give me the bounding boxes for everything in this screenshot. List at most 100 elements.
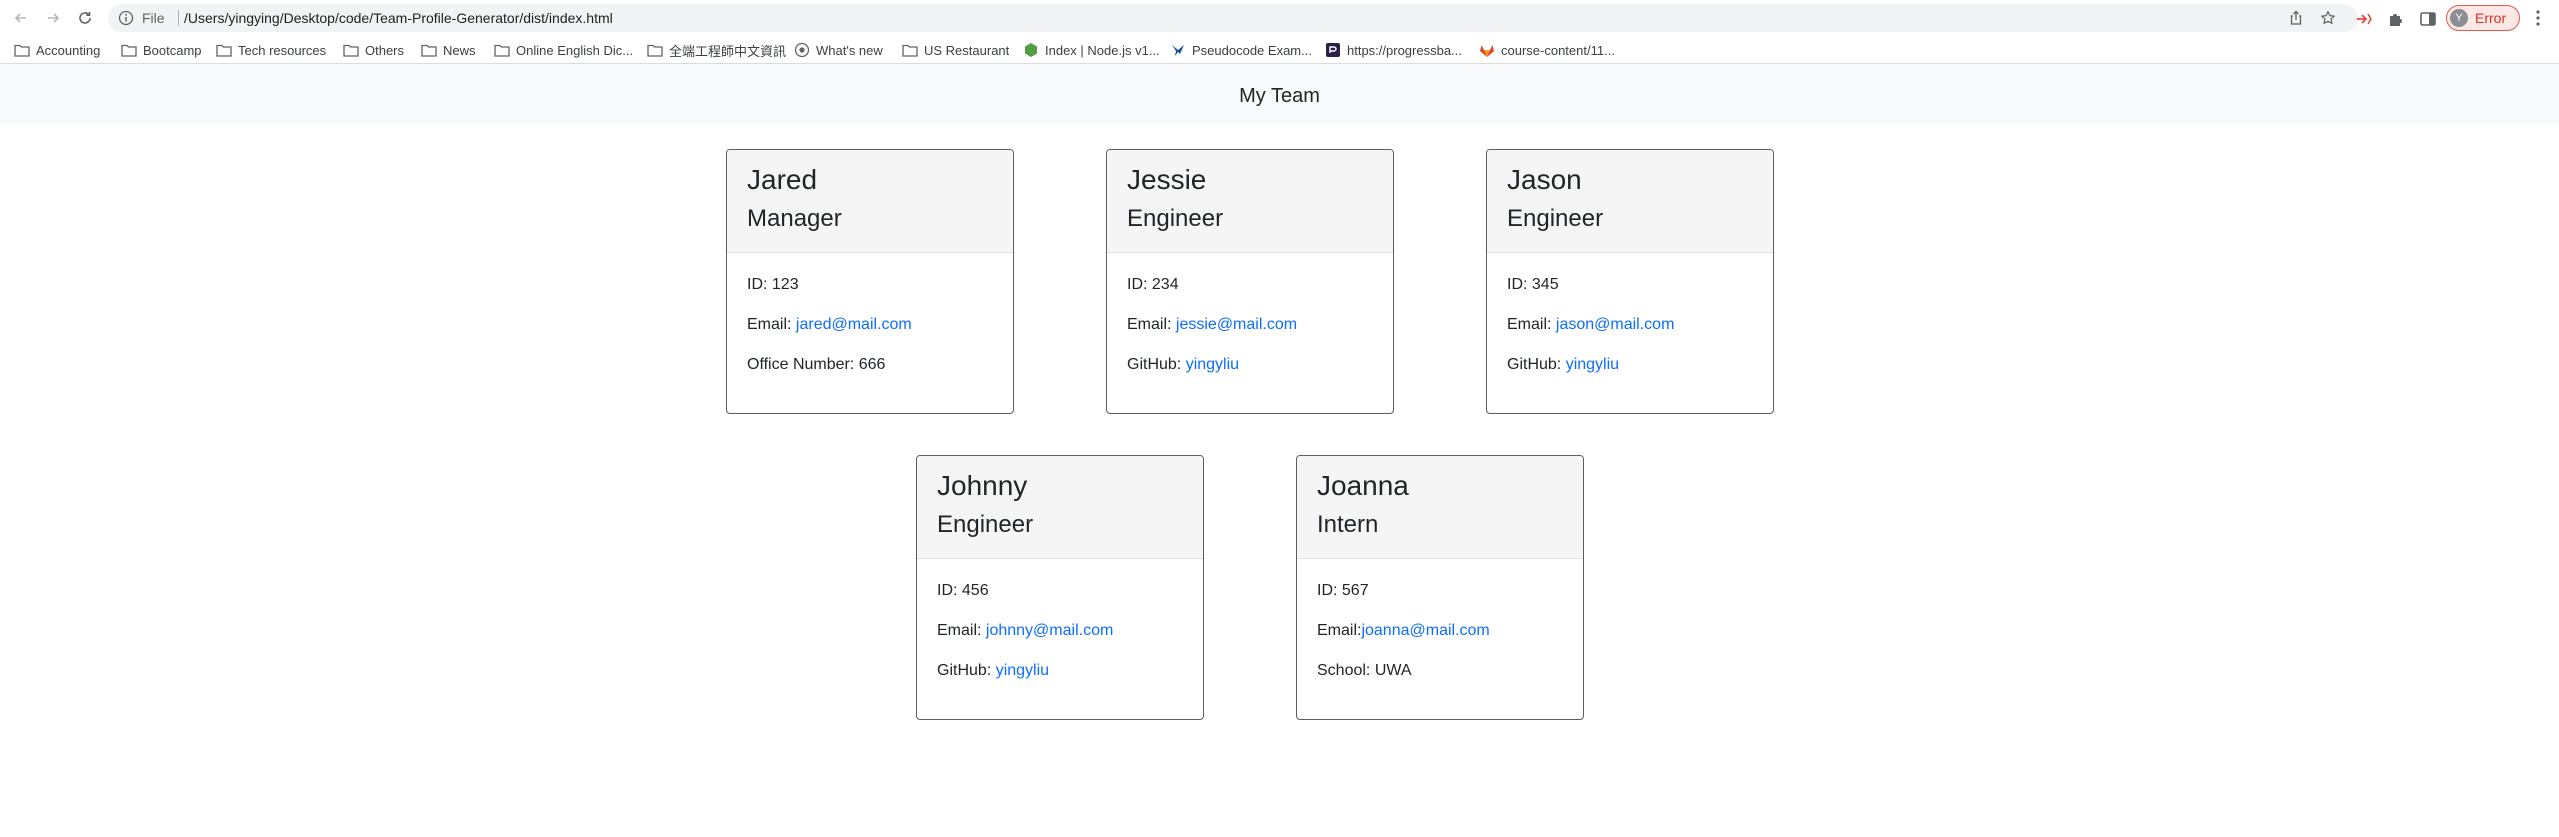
share-icon[interactable] (2288, 10, 2304, 26)
address-bar[interactable]: File /Users/yingying/Desktop/code/Team-P… (108, 4, 2358, 32)
employee-name: Jason (1507, 164, 1582, 195)
employee-card: Jared Manager ID: 123 Email: jared@mail.com… (726, 149, 1014, 414)
folder-icon (343, 43, 365, 57)
bookmarks-bar: Accounting Bootcamp Tech resources Others Ne… (0, 36, 2559, 64)
bookmark-item[interactable]: News (421, 41, 476, 59)
info-icon[interactable] (118, 10, 134, 26)
folder-icon (421, 43, 443, 57)
email-label: Email: (747, 316, 796, 333)
back-button[interactable] (9, 6, 33, 30)
email-label: Email: (1507, 316, 1556, 333)
progressbar-icon (1325, 42, 1347, 58)
puzzle-icon[interactable] (2386, 9, 2406, 29)
email-link[interactable]: jason@mail.com (1556, 316, 1675, 333)
employee-role: Engineer (937, 511, 1034, 538)
bookmark-label: News (443, 42, 476, 58)
employee-email-line: Email:joanna@mail.com (1317, 621, 1490, 641)
chrome-icon (794, 42, 816, 58)
github-link[interactable]: yingyliu (996, 662, 1049, 679)
bookmark-label: 全端工程師中文資訊 (669, 43, 787, 59)
bookmark-label: Tech resources (238, 42, 327, 58)
bookmark-label: Index | Node.js v1... (1045, 42, 1160, 58)
avatar: Y (2450, 9, 2468, 27)
star-icon[interactable] (2320, 10, 2336, 26)
bookmark-label: US Restaurant (924, 42, 1010, 58)
folder-icon (14, 43, 36, 57)
bookmark-label: Accounting (36, 42, 101, 58)
bookmark-label: https://progressba... (1347, 42, 1462, 58)
arrow-left-icon (14, 13, 26, 23)
employee-id: ID: 567 (1317, 582, 1369, 599)
email-link[interactable]: joanna@mail.com (1361, 622, 1489, 639)
employee-extra-line: GitHub: yingyliu (1507, 355, 1619, 375)
email-link[interactable]: johnny@mail.com (986, 622, 1113, 639)
extra-label: GitHub: (937, 662, 996, 679)
bookmark-item[interactable]: Pseudocode Exam... (1170, 41, 1312, 59)
bookmark-item[interactable]: 全端工程師中文資訊 (647, 41, 786, 59)
bookmark-item[interactable]: Accounting (14, 41, 100, 59)
bookmark-label: Others (365, 42, 405, 58)
employee-id: ID: 456 (937, 582, 989, 599)
url-scheme: File (142, 10, 165, 26)
bookmark-item[interactable]: Others (343, 41, 404, 59)
bookmark-label: Pseudocode Exam... (1192, 42, 1312, 58)
card-header: Jessie Engineer (1107, 150, 1393, 253)
bird-icon (1170, 42, 1192, 58)
url-text[interactable]: /Users/yingying/Desktop/code/Team-Profil… (184, 10, 613, 26)
profile-button[interactable]: Y Error (2446, 5, 2520, 31)
extension-red-icon[interactable] (2354, 9, 2374, 29)
bookmark-label: Online English Dic... (516, 42, 634, 58)
forward-button[interactable] (41, 6, 65, 30)
employee-id: ID: 345 (1507, 276, 1559, 293)
email-label: Email: (937, 622, 986, 639)
nodejs-icon (1023, 42, 1045, 58)
profile-status: Error (2475, 10, 2507, 26)
employee-card: Jessie Engineer ID: 234 Email: jessie@mail.… (1106, 149, 1394, 414)
arrow-right-icon (48, 13, 60, 23)
employee-extra-line: School: UWA (1317, 661, 1412, 681)
employee-name: Joanna (1317, 470, 1409, 501)
url-divider (178, 10, 179, 26)
bookmark-item[interactable]: Bootcamp (121, 41, 202, 59)
email-link[interactable]: jared@mail.com (796, 316, 912, 333)
bookmark-item[interactable]: Index | Node.js v1... (1023, 41, 1160, 59)
employee-role: Manager (747, 205, 842, 232)
reload-button[interactable] (73, 6, 97, 30)
bookmark-item[interactable]: https://progressba... (1325, 41, 1462, 59)
bookmark-item[interactable]: US Restaurant (902, 41, 1009, 59)
employee-card: Jason Engineer ID: 345 Email: jason@mail.co… (1486, 149, 1774, 414)
github-link[interactable]: yingyliu (1186, 356, 1239, 373)
bookmark-item[interactable]: course-content/11... (1479, 41, 1615, 59)
header-jumbotron: My Team (0, 64, 2559, 124)
bookmark-label: course-content/11... (1501, 42, 1615, 58)
employee-card: Johnny Engineer ID: 456 Email: johnny@mail.… (916, 455, 1204, 720)
employee-card: Joanna Intern ID: 567 Email:joanna@mail.com… (1296, 455, 1584, 720)
page-title: My Team (1239, 85, 1320, 107)
folder-icon (216, 43, 238, 57)
extra-label: Office Number: 666 (747, 356, 886, 373)
bookmark-item[interactable]: What's new (794, 41, 883, 59)
employee-role: Intern (1317, 511, 1379, 538)
more-menu-icon[interactable] (2530, 9, 2546, 27)
employee-id: ID: 234 (1127, 276, 1179, 293)
card-header: Joanna Intern (1297, 456, 1583, 559)
employee-name: Johnny (937, 470, 1028, 501)
card-header: Jared Manager (727, 150, 1013, 253)
bookmark-item[interactable]: Tech resources (216, 41, 326, 59)
email-link[interactable]: jessie@mail.com (1176, 316, 1297, 333)
employee-email-line: Email: jared@mail.com (747, 315, 912, 335)
folder-icon (494, 43, 516, 57)
extra-label: School: UWA (1317, 662, 1412, 679)
folder-icon (647, 43, 669, 57)
bookmark-label: What's new (816, 42, 883, 58)
side-panel-icon[interactable] (2418, 9, 2438, 29)
github-link[interactable]: yingyliu (1566, 356, 1619, 373)
card-header: Jason Engineer (1487, 150, 1773, 253)
email-label: Email: (1317, 622, 1362, 639)
browser-toolbar: File /Users/yingying/Desktop/code/Team-P… (0, 0, 2559, 36)
bookmark-item[interactable]: Online English Dic... (494, 41, 633, 59)
email-label: Email: (1127, 316, 1176, 333)
employee-role: Engineer (1127, 205, 1224, 232)
extra-label: GitHub: (1127, 356, 1186, 373)
employee-extra-line: GitHub: yingyliu (1127, 355, 1239, 375)
